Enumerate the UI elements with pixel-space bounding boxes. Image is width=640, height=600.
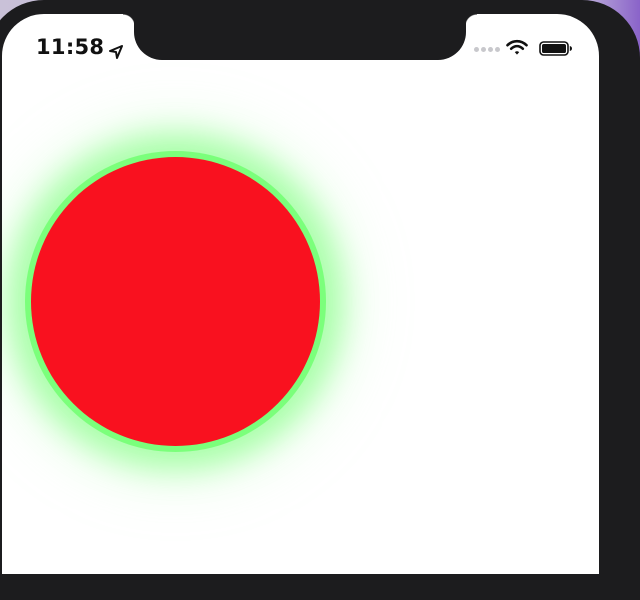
phone-screen: 11:58: [2, 14, 599, 574]
signal-dot-3: [488, 47, 493, 52]
phone-frame: 11:58: [0, 0, 640, 600]
battery-icon: [539, 41, 572, 56]
status-time: 11:58: [36, 35, 124, 59]
wifi-icon: [506, 39, 528, 55]
signal-dot-4: [495, 47, 500, 52]
cellular-signal-icon: [474, 47, 500, 52]
location-arrow-icon: [109, 40, 124, 59]
status-bar: 11:58: [2, 14, 599, 60]
status-time-text: 11:58: [36, 35, 105, 59]
glowing-circle-container: [31, 157, 320, 446]
signal-dot-1: [474, 47, 479, 52]
signal-dot-2: [481, 47, 486, 52]
red-circle-view: [31, 157, 320, 446]
